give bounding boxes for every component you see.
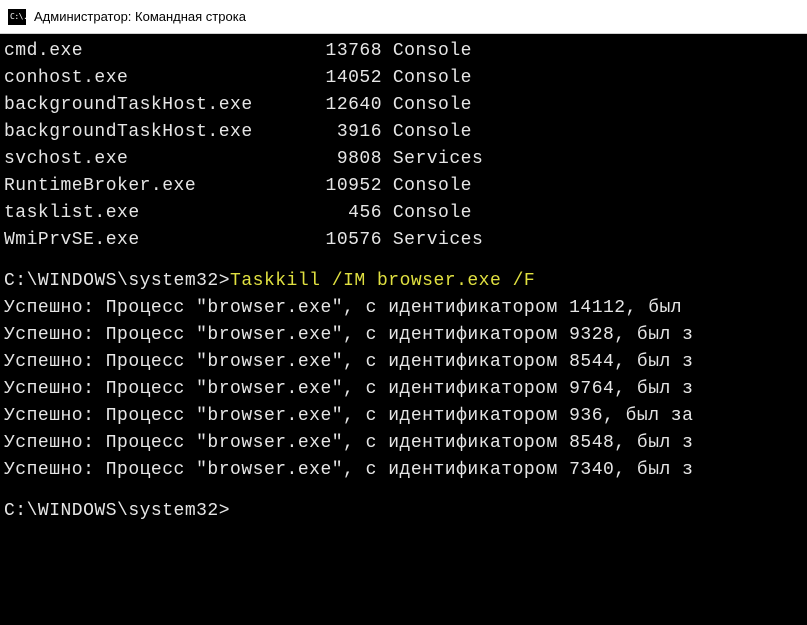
process-pid: 10576 [296, 227, 382, 254]
process-name: svchost.exe [4, 146, 296, 173]
prompt-separator: > [219, 271, 230, 291]
cmd-icon-text: C:\. [10, 12, 27, 21]
kill-result-line: Успешно: Процесс "browser.exe", с иденти… [4, 322, 803, 349]
process-row: WmiPrvSE.exe10576Services [4, 227, 803, 254]
prompt-separator: > [219, 501, 230, 521]
cmd-icon: C:\. [8, 9, 26, 25]
process-pid: 456 [296, 200, 382, 227]
process-name: cmd.exe [4, 38, 296, 65]
process-pid: 14052 [296, 65, 382, 92]
prompt-line: C:\WINDOWS\system32>Taskkill /IM browser… [4, 268, 803, 295]
process-name: backgroundTaskHost.exe [4, 92, 296, 119]
kill-result-line: Успешно: Процесс "browser.exe", с иденти… [4, 403, 803, 430]
terminal-output[interactable]: cmd.exe13768Consoleconhost.exe14052Conso… [0, 34, 807, 625]
process-session: Services [382, 146, 483, 173]
process-session: Console [382, 173, 472, 200]
process-session: Console [382, 119, 472, 146]
process-session: Console [382, 92, 472, 119]
process-name: backgroundTaskHost.exe [4, 119, 296, 146]
process-pid: 10952 [296, 173, 382, 200]
process-session: Console [382, 65, 472, 92]
prompt-path: C:\WINDOWS\system32 [4, 501, 219, 521]
process-row: RuntimeBroker.exe10952Console [4, 173, 803, 200]
process-row: conhost.exe14052Console [4, 65, 803, 92]
window-title: Администратор: Командная строка [34, 9, 246, 24]
cmd-window: C:\. Администратор: Командная строка cmd… [0, 0, 807, 625]
prompt-path: C:\WINDOWS\system32 [4, 271, 219, 291]
process-pid: 13768 [296, 38, 382, 65]
command-text: Taskkill /IM browser.exe /F [230, 271, 535, 291]
kill-result-line: Успешно: Процесс "browser.exe", с иденти… [4, 295, 803, 322]
prompt-line-empty[interactable]: C:\WINDOWS\system32> [4, 498, 803, 525]
process-row: backgroundTaskHost.exe3916Console [4, 119, 803, 146]
process-session: Console [382, 200, 472, 227]
process-row: cmd.exe13768Console [4, 38, 803, 65]
process-pid: 12640 [296, 92, 382, 119]
process-pid: 3916 [296, 119, 382, 146]
process-row: svchost.exe9808Services [4, 146, 803, 173]
process-session: Console [382, 38, 472, 65]
process-name: RuntimeBroker.exe [4, 173, 296, 200]
process-name: tasklist.exe [4, 200, 296, 227]
process-session: Services [382, 227, 483, 254]
process-row: backgroundTaskHost.exe12640Console [4, 92, 803, 119]
process-row: tasklist.exe456Console [4, 200, 803, 227]
process-pid: 9808 [296, 146, 382, 173]
kill-result-line: Успешно: Процесс "browser.exe", с иденти… [4, 430, 803, 457]
kill-result-line: Успешно: Процесс "browser.exe", с иденти… [4, 376, 803, 403]
process-name: WmiPrvSE.exe [4, 227, 296, 254]
kill-result-line: Успешно: Процесс "browser.exe", с иденти… [4, 349, 803, 376]
title-bar[interactable]: C:\. Администратор: Командная строка [0, 0, 807, 34]
kill-result-line: Успешно: Процесс "browser.exe", с иденти… [4, 457, 803, 484]
process-name: conhost.exe [4, 65, 296, 92]
